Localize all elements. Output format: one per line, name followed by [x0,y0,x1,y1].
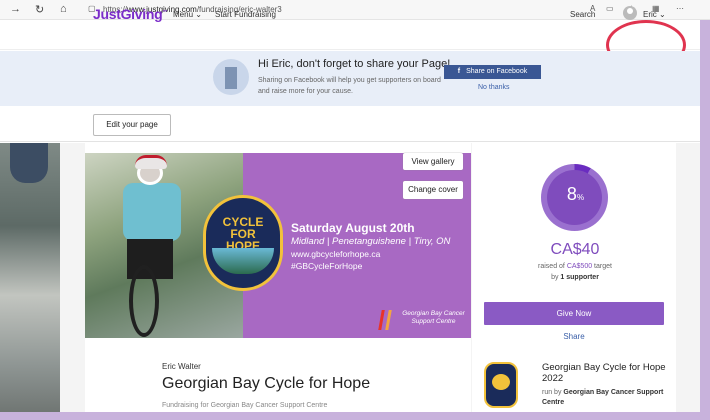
edit-page-button[interactable]: Edit your page [93,114,171,136]
trademark-icon: ™ [162,9,168,16]
facebook-icon: f [457,68,461,75]
menu-button[interactable]: Menu ⌄ [173,10,202,19]
raised-amount: CA$40 [550,241,600,258]
change-cover-button[interactable]: Change cover [403,181,463,199]
rider-jersey [123,183,181,241]
event-run-by: run by Georgian Bay Cancer Support Centr… [542,388,672,408]
gbcsc-logo: Georgian Bay Cancer Support Centre [402,310,465,325]
bicycle-wheel-icon [129,265,159,337]
give-now-button[interactable]: Give Now [484,302,664,325]
event-thumbnail[interactable] [484,362,518,408]
lighthouse-illustration-icon [213,59,249,95]
supporters-line: by 1 supporter [520,274,630,281]
badge-title: CYCLE FOR HOPE [222,215,264,253]
target-amount: CA$500 [566,263,593,270]
facebook-button-label: Share on Facebook [466,68,528,75]
view-gallery-button[interactable]: View gallery [403,153,463,170]
logo-text: JustGiving [93,6,163,22]
no-thanks-link[interactable]: No thanks [478,84,510,91]
event-url: www.gbcycleforhope.ca [291,249,381,259]
background-rider-photo [0,143,60,420]
share-on-facebook-button[interactable]: f Share on Facebook [444,65,541,79]
fundraising-for: Fundraising for Georgian Bay Cancer Supp… [162,402,328,409]
event-locations: Midland | Penetanguishene | Tiny, ON [291,236,451,247]
tab-icon[interactable]: ▭ [606,4,614,13]
helmet-icon [135,155,167,169]
back-arrow-icon[interactable]: → [10,3,21,15]
banner-title: Hi Eric, don't forget to share your Page… [258,58,451,70]
start-fundraising-link[interactable]: Start Fundraising [215,10,276,19]
supporters-prefix: by [551,274,561,281]
reload-icon[interactable]: ↻ [35,3,44,16]
user-menu-button[interactable]: Eric ⌄ [643,10,666,19]
target-line: raised of CA$500 target [520,263,630,270]
site-header [0,20,700,50]
progress-number: 8 [566,184,577,204]
search-link[interactable]: Search [570,10,595,19]
progress-percent: 8% [553,184,598,205]
frame-border [700,20,710,420]
user-name: Eric [643,10,657,19]
supporters-count[interactable]: 1 supporter [560,274,599,281]
frame-border-bottom [0,412,710,420]
run-by-prefix: run by [542,389,564,396]
home-icon[interactable]: ⌂ [60,3,67,15]
chevron-down-icon: ⌄ [659,10,666,19]
page-title: Georgian Bay Cycle for Hope [162,375,371,392]
event-hashtag: #GBCycleForHope [291,261,363,271]
percent-sign: % [576,193,585,202]
menu-label: Menu [173,10,194,19]
justgiving-logo[interactable]: JustGiving™ [93,6,167,22]
target-prefix: raised of [538,263,567,270]
page-owner: Eric Walter [162,362,201,371]
event-name[interactable]: Georgian Bay Cycle for Hope 2022 [542,362,672,384]
user-avatar-icon[interactable] [623,6,637,20]
extensions-icon[interactable]: ⋯ [676,4,684,13]
chevron-down-icon: ⌄ [195,10,202,19]
share-link[interactable]: Share [556,332,592,341]
target-suffix: target [592,263,612,270]
banner-body: Sharing on Facebook will help you get su… [258,77,441,95]
event-date: Saturday August 20th [291,221,415,235]
